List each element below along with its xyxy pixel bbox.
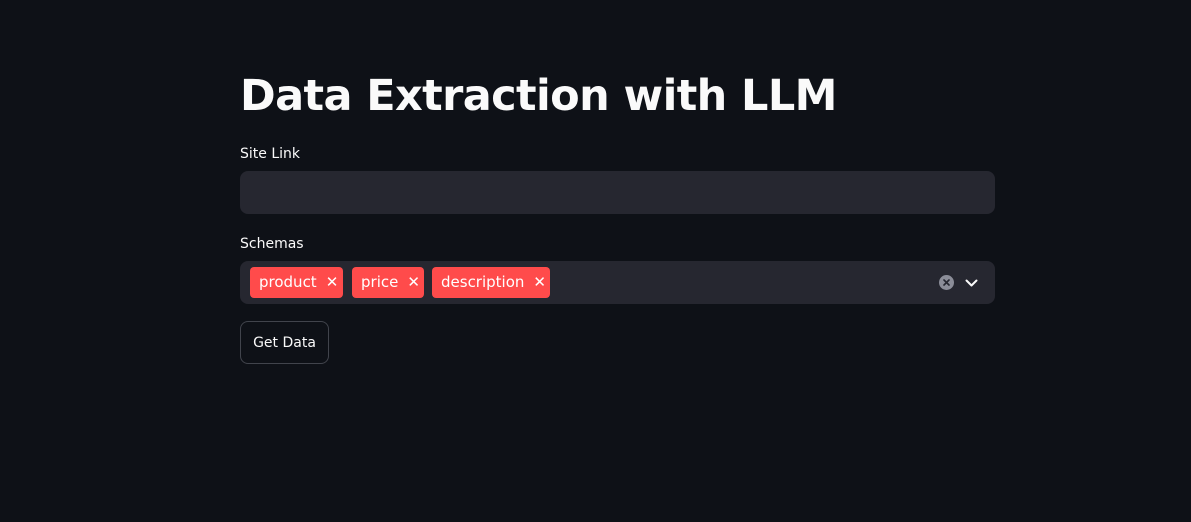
- app-root: Data Extraction with LLM Site Link Schem…: [0, 0, 1191, 522]
- schema-tag-label: description: [441, 273, 525, 291]
- clear-x-glyph: [943, 279, 950, 286]
- close-icon[interactable]: ✕: [533, 267, 546, 298]
- schema-tag-price: price ✕: [352, 267, 424, 298]
- chevron-glyph: [965, 279, 978, 286]
- schema-tag-description: description ✕: [432, 267, 550, 298]
- site-link-input[interactable]: [240, 171, 995, 214]
- schemas-multiselect[interactable]: product ✕ price ✕ description ✕: [240, 261, 995, 304]
- schemas-label: Schemas: [240, 236, 304, 252]
- get-data-button[interactable]: Get Data: [240, 321, 329, 364]
- page-title: Data Extraction with LLM: [240, 71, 837, 121]
- schema-tag-label: product: [259, 273, 317, 291]
- schema-tag-label: price: [361, 273, 399, 291]
- schema-tag-product: product ✕: [250, 267, 343, 298]
- close-icon[interactable]: ✕: [407, 267, 420, 298]
- site-link-label: Site Link: [240, 146, 300, 162]
- clear-all-icon[interactable]: [939, 275, 954, 290]
- chevron-down-icon[interactable]: [964, 275, 979, 290]
- close-icon[interactable]: ✕: [326, 267, 339, 298]
